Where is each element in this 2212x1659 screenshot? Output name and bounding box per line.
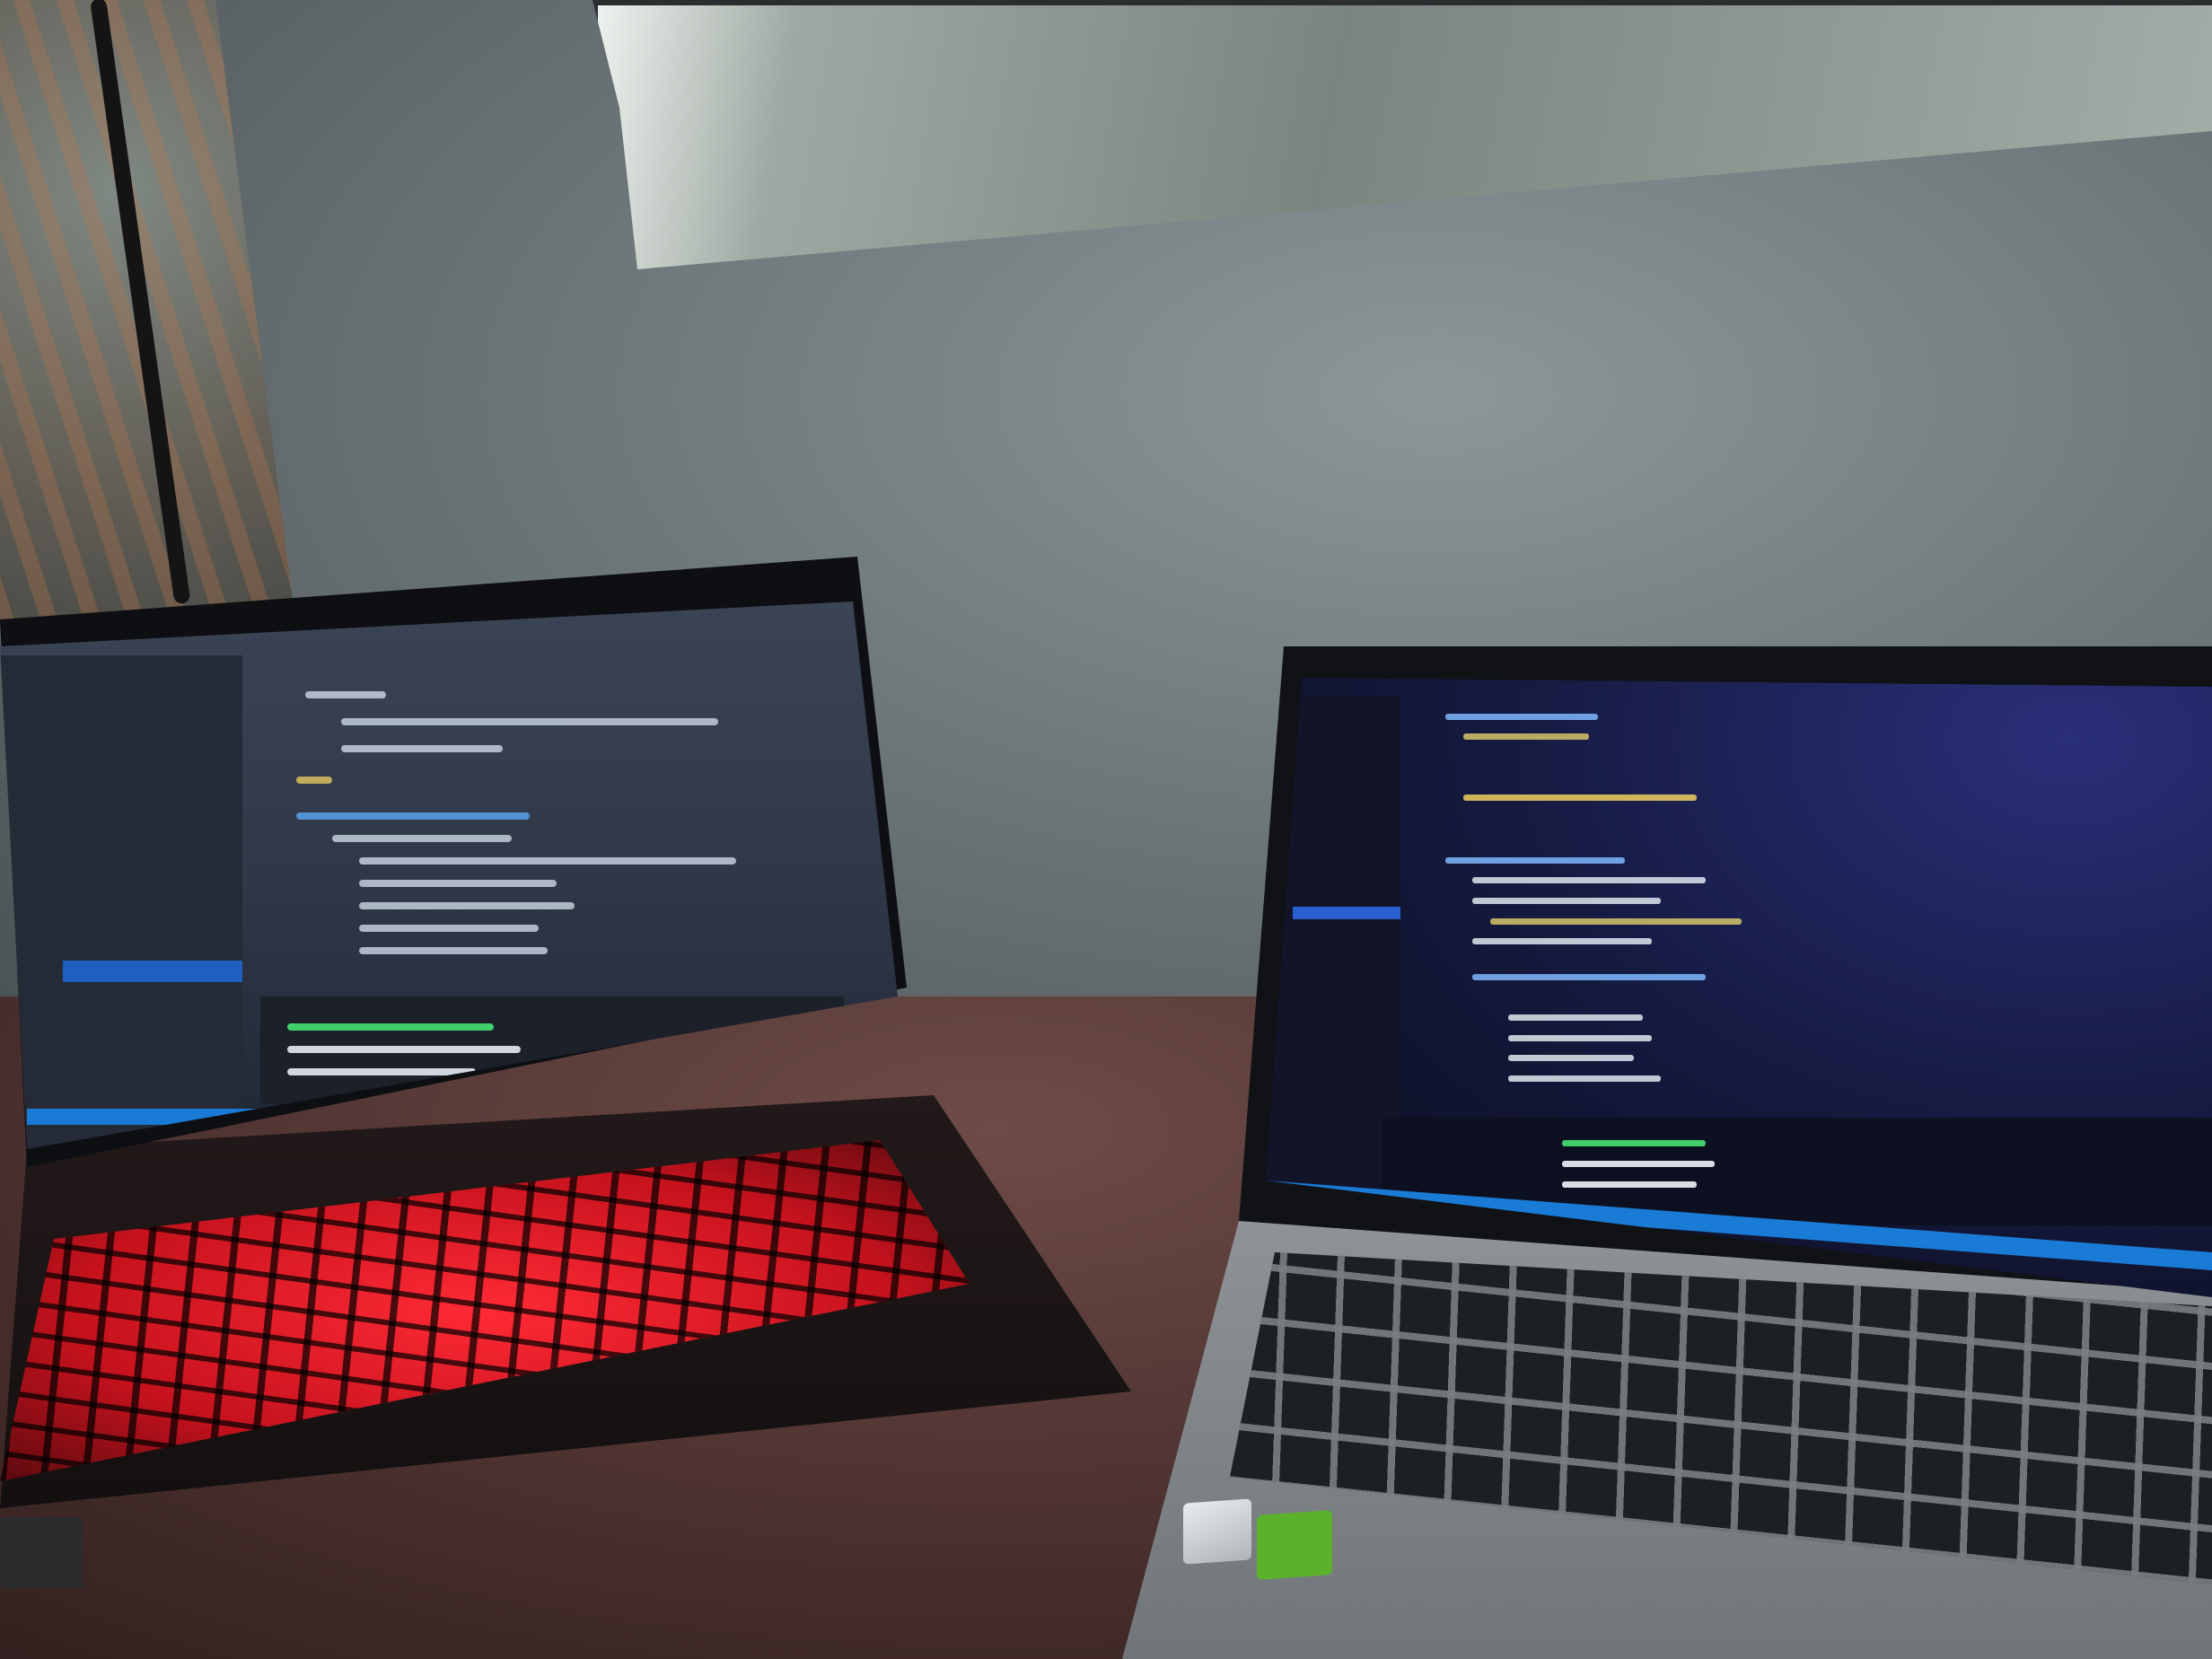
- left-code-text: [296, 691, 736, 954]
- nvidia-sticker: [1257, 1510, 1332, 1580]
- right-code-text: [1445, 714, 1742, 1082]
- photo-scene: [0, 0, 2212, 1659]
- right-selected-file: [1293, 907, 1400, 919]
- rtx-sticker: [0, 1517, 83, 1589]
- intel-sticker: [1183, 1498, 1251, 1565]
- left-selected-file: [63, 961, 242, 982]
- left-editor-sidebar: [0, 655, 242, 1149]
